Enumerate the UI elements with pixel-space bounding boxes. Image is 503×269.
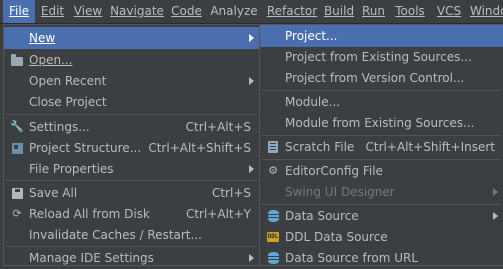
- menu-view[interactable]: View: [70, 0, 106, 23]
- new-project-version-control[interactable]: Project from Version Control...: [260, 67, 503, 89]
- ddl-icon: DDL: [266, 232, 280, 242]
- file-menu-file-properties[interactable]: File Properties: [4, 158, 259, 180]
- new-module-label: Module...: [285, 95, 341, 109]
- menu-separator: [6, 114, 257, 115]
- menu-file-label: File: [8, 4, 30, 18]
- new-data-source-label: Data Source: [285, 209, 359, 223]
- file-menu-open[interactable]: Open...: [4, 49, 259, 71]
- file-menu-new[interactable]: New: [4, 27, 259, 49]
- folder-open-icon: [10, 53, 24, 67]
- new-data-source[interactable]: Data Source: [260, 205, 503, 227]
- new-editorconfig-file[interactable]: ⚙ EditorConfig File: [260, 160, 503, 182]
- menu-code-label: Code: [171, 4, 202, 18]
- menu-refactor-label: Refactor: [266, 4, 318, 18]
- wrench-icon: 🔧: [10, 120, 24, 133]
- file-menu-close-project[interactable]: Close Project: [4, 91, 259, 113]
- menu-tools[interactable]: Tools: [392, 0, 428, 23]
- file-menu-settings[interactable]: 🔧 Settings... Ctrl+Alt+S: [4, 116, 259, 138]
- menu-file[interactable]: File: [3, 0, 35, 23]
- menu-window-label: Windo: [470, 4, 503, 18]
- new-module-existing-sources[interactable]: Module from Existing Sources...: [260, 112, 503, 134]
- new-project[interactable]: Project...: [260, 25, 503, 47]
- scratch-file-icon: [266, 140, 280, 154]
- gear-icon: ⚙: [268, 164, 278, 177]
- file-menu-open-recent-label: Open Recent: [29, 74, 107, 88]
- new-submenu: Project... Project from Existing Sources…: [259, 24, 503, 266]
- file-menu-open-label: Open...: [29, 53, 73, 67]
- new-project-existing-sources-label: Project from Existing Sources...: [285, 50, 472, 64]
- file-menu-save-all[interactable]: Save All Ctrl+S: [4, 182, 259, 204]
- shortcut-save-all: Ctrl+S: [211, 186, 251, 200]
- new-project-label: Project...: [285, 29, 338, 43]
- new-editorconfig-file-label: EditorConfig File: [285, 164, 383, 178]
- submenu-arrow-icon: [249, 165, 254, 173]
- menu-separator: [6, 180, 257, 181]
- submenu-arrow-icon: [493, 188, 498, 196]
- shortcut-reload: Ctrl+Alt+Y: [185, 207, 251, 221]
- save-icon: [10, 186, 24, 200]
- submenu-arrow-icon: [493, 212, 498, 220]
- file-menu-open-recent[interactable]: Open Recent: [4, 70, 259, 92]
- file-menu-project-structure[interactable]: Project Structure... Ctrl+Alt+Shift+S: [4, 137, 259, 159]
- menu-build-label: Build: [323, 4, 355, 18]
- new-project-existing-sources[interactable]: Project from Existing Sources...: [260, 46, 503, 68]
- new-scratch-file-label: Scratch File: [285, 140, 355, 154]
- menu-tools-label: Tools: [395, 4, 425, 18]
- submenu-arrow-icon: [249, 254, 254, 262]
- file-menu-project-structure-label: Project Structure...: [29, 141, 142, 155]
- submenu-arrow-icon: [249, 34, 254, 42]
- file-menu-reload-label: Reload All from Disk: [29, 207, 150, 221]
- file-menu-file-properties-label: File Properties: [29, 162, 114, 176]
- shortcut-settings: Ctrl+Alt+S: [185, 120, 251, 134]
- file-menu-new-label: New: [29, 31, 56, 45]
- file-menu-invalidate-caches[interactable]: Invalidate Caches / Restart...: [4, 224, 259, 246]
- menu-vcs-label: VCS: [436, 4, 462, 18]
- menu-window[interactable]: Windo: [470, 0, 503, 23]
- menu-edit-label: Edit: [40, 4, 65, 18]
- menu-run-label: Run: [361, 4, 385, 18]
- menu-analyze-label: Analyze: [210, 4, 258, 18]
- file-menu-close-project-label: Close Project: [29, 95, 107, 109]
- new-project-version-control-label: Project from Version Control...: [285, 71, 465, 85]
- new-scratch-file[interactable]: Scratch File Ctrl+Alt+Shift+Insert: [260, 136, 503, 158]
- new-module-existing-sources-label: Module from Existing Sources...: [285, 116, 475, 130]
- menu-navigate-label: Navigate: [110, 4, 164, 18]
- file-menu-reload[interactable]: ⟳ Reload All from Disk Ctrl+Alt+Y: [4, 203, 259, 225]
- menu-view-label: View: [73, 4, 103, 18]
- shortcut-scratch-file: Ctrl+Alt+Shift+Insert: [365, 140, 495, 154]
- new-swing-ui-designer: Swing UI Designer: [260, 181, 503, 203]
- database-url-icon: [266, 251, 280, 265]
- new-swing-ui-designer-label: Swing UI Designer: [285, 185, 395, 199]
- file-menu-settings-label: Settings...: [29, 120, 90, 134]
- shortcut-project-structure: Ctrl+Alt+Shift+S: [148, 141, 251, 155]
- menu-refactor[interactable]: Refactor: [264, 0, 320, 23]
- new-ddl-data-source-label: DDL Data Source: [285, 230, 388, 244]
- project-structure-icon: [10, 141, 24, 155]
- file-menu-dropdown: New Open... Open Recent Close Project 🔧 …: [3, 24, 260, 266]
- menu-analyze[interactable]: Analyze: [209, 0, 259, 23]
- menu-code[interactable]: Code: [168, 0, 205, 23]
- database-icon: [266, 209, 280, 223]
- submenu-arrow-icon: [249, 77, 254, 85]
- menu-vcs[interactable]: VCS: [434, 0, 464, 23]
- menu-build[interactable]: Build: [322, 0, 356, 23]
- file-menu-save-all-label: Save All: [29, 186, 78, 200]
- menu-edit[interactable]: Edit: [37, 0, 68, 23]
- menu-navigate[interactable]: Navigate: [109, 0, 165, 23]
- new-module[interactable]: Module...: [260, 91, 503, 113]
- menu-run[interactable]: Run: [360, 0, 387, 23]
- file-menu-invalidate-caches-label: Invalidate Caches / Restart...: [29, 228, 202, 242]
- reload-icon: ⟳: [12, 207, 22, 220]
- new-ddl-data-source[interactable]: DDL DDL Data Source: [260, 226, 503, 248]
- menu-bar: File Edit View Navigate Code Analyze Ref…: [0, 0, 503, 24]
